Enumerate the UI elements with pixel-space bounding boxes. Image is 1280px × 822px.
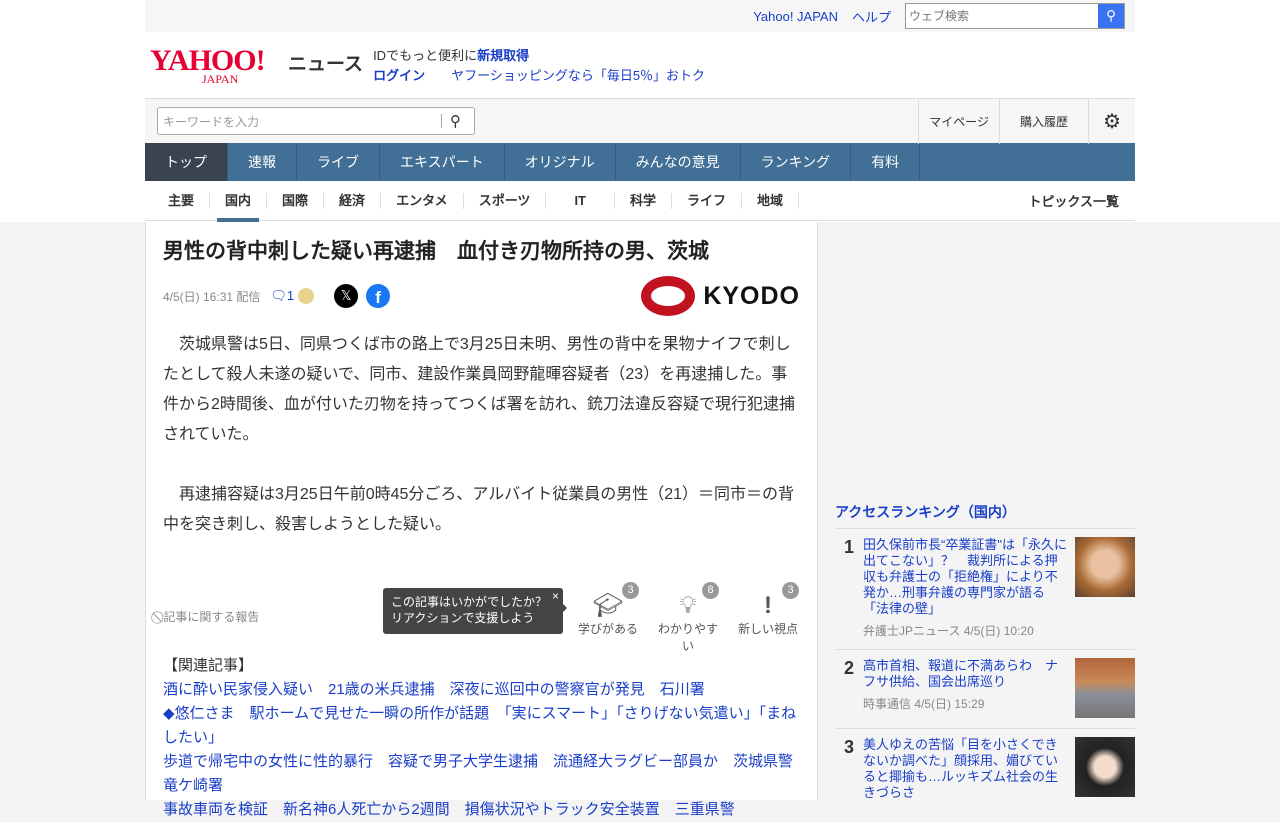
tab-main[interactable]: 主要 <box>153 192 211 209</box>
keyword-input[interactable]: キーワードを入力 <box>163 113 441 130</box>
rank-number: 2 <box>843 658 854 678</box>
login-link[interactable]: ログイン <box>373 68 425 83</box>
report-link[interactable]: ⃠ 記事に関する報告 <box>160 608 259 625</box>
thumbnail <box>1075 658 1135 718</box>
web-search: ⚲ <box>905 3 1125 29</box>
web-search-input[interactable] <box>906 4 1098 28</box>
reaction-tooltip: この記事はいかがでしたか？ リアクションで支援しよう × <box>383 588 567 634</box>
category-nav: 主要 国内 国際 経済 エンタメ スポーツ IT 科学 ライフ 地域 トピックス… <box>145 181 1135 222</box>
tab-sports[interactable]: スポーツ <box>464 192 547 209</box>
publisher-name: KYODO <box>703 281 800 310</box>
reaction-clear[interactable]: 💡︎ 8 わかりやすい <box>653 582 723 654</box>
yahoo-japan-link[interactable]: Yahoo! JAPAN <box>753 9 838 24</box>
news-logo[interactable]: ニュース <box>288 49 363 76</box>
article: 男性の背中刺した疑い再逮捕 血付き刃物所持の男、茨城 4/5(日) 16:31 … <box>145 222 818 818</box>
nav-breaking[interactable]: 速報 <box>228 143 297 181</box>
article-paragraph: 茨城県警は5日、同県つくば市の路上で3月25日未明、男性の背中を果物ナイフで刺し… <box>163 336 795 443</box>
reaction-label: 学びがある <box>577 622 638 636</box>
article-date: 4/5(日) 16:31 配信 <box>163 289 261 304</box>
yahoo-logo[interactable]: YAHOO! JAPAN <box>150 46 284 87</box>
tab-economy[interactable]: 経済 <box>324 192 382 209</box>
tab-international[interactable]: 国際 <box>267 192 325 209</box>
ranking-source: 時事通信 4/5(日) 15:29 <box>863 697 985 711</box>
smile-icon <box>298 288 315 304</box>
comment-icon: 🗨︎ <box>270 288 287 303</box>
facebook-share-icon[interactable]: f <box>366 284 391 308</box>
nav-original[interactable]: オリジナル <box>505 143 616 181</box>
search-icon[interactable]: ⚲ <box>450 112 474 130</box>
close-icon[interactable]: × <box>552 588 559 604</box>
nav-live[interactable]: ライブ <box>297 143 380 181</box>
nav-opinions[interactable]: みんなの意見 <box>616 143 741 181</box>
help-link[interactable]: ヘルプ <box>852 7 891 26</box>
tooltip-line: この記事はいかがでしたか？ <box>391 595 548 609</box>
tab-local[interactable]: 地域 <box>742 192 800 209</box>
tab-science[interactable]: 科学 <box>615 192 673 209</box>
purchase-history-link[interactable]: 購入履歴 <box>999 98 1088 144</box>
mypage-link[interactable]: マイページ <box>918 98 999 144</box>
shopping-link[interactable]: ヤフーショッピングなら「毎日5％」おトク <box>451 68 705 83</box>
reaction-new-view[interactable]: ! 3 新しい視点 <box>733 582 803 637</box>
comments-link[interactable]: 🗨︎1 <box>270 288 294 304</box>
ranking-title-link[interactable]: 田久保前市長“卒業証書"は「永久に出てこない」？ 裁判所による押収も弁護士の「拒… <box>863 537 1067 617</box>
article-paragraph: 再逮捕容疑は3月25日午前0時45分ごろ、アルバイト従業員の男性（21）＝同市＝… <box>163 486 795 533</box>
reaction-count: 3 <box>622 582 639 599</box>
ranking-sidebar: アクセスランキング（国内） 1 田久保前市長“卒業証書"は「永久に出てこない」？… <box>818 222 1135 811</box>
ranking-item[interactable]: 2 高市首相、報道に不満あらわ ナフサ供給、国会出席巡り時事通信 4/5(日) … <box>835 650 1135 729</box>
related-link[interactable]: 酒に酔い民家侵入疑い 21歳の米兵逮捕 深夜に巡回中の警察官が発見 石川署 <box>163 678 800 702</box>
nav-paid[interactable]: 有料 <box>851 143 921 181</box>
signup-link[interactable]: 新規取得 <box>477 48 529 63</box>
ranking-item[interactable]: 1 田久保前市長“卒業証書"は「永久に出てこない」？ 裁判所による押収も弁護士の… <box>835 529 1135 650</box>
nav-expert[interactable]: エキスパート <box>380 143 505 181</box>
ranking-item[interactable]: 3 美人ゆえの苦悩「目を小さくできないか調べた」顔採用、媚びていると揶揄も…ルッ… <box>835 729 1135 811</box>
keyword-search[interactable]: キーワードを入力 ⚲ <box>157 107 475 135</box>
comment-count: 1 <box>286 288 295 303</box>
web-search-button[interactable]: ⚲ <box>1098 4 1124 28</box>
promo-text: IDでもっと便利に <box>373 48 478 63</box>
tab-it[interactable]: IT <box>546 192 615 209</box>
reaction-label: 新しい視点 <box>737 622 798 636</box>
thumbnail <box>1075 737 1135 797</box>
search-icon: ⚲ <box>1106 8 1116 23</box>
report-label: 記事に関する報告 <box>163 610 260 624</box>
related-heading: 【関連記事】 <box>163 657 254 674</box>
topics-list-link[interactable]: トピックス一覧 <box>1028 191 1119 210</box>
nav-top[interactable]: トップ <box>145 143 228 181</box>
rank-number: 3 <box>843 737 854 757</box>
promo: IDでもっと便利に新規取得 ログイン ヤフーショッピングなら「毎日5％」おトク <box>373 46 705 86</box>
ranking-source: 弁護士JPニュース 4/5(日) 10:20 <box>863 624 1034 638</box>
publisher-logo[interactable]: KYODO <box>641 276 800 316</box>
ranking-title[interactable]: アクセスランキング（国内） <box>835 502 1135 529</box>
article-title: 男性の背中刺した疑い再逮捕 血付き刃物所持の男、茨城 <box>163 240 709 263</box>
nav-ranking[interactable]: ランキング <box>741 143 852 181</box>
gear-icon[interactable]: ⚙ <box>1088 98 1135 144</box>
tooltip-line: リアクションで支援しよう <box>391 611 535 625</box>
related-link[interactable]: ◆悠仁さま 駅ホームで見せた一瞬の所作が話題 「実にスマート」「さりげない気遣い… <box>163 702 800 750</box>
reaction-label: わかりやすい <box>657 622 718 653</box>
rank-number: 1 <box>843 537 854 557</box>
logo-japan: JAPAN <box>202 72 239 86</box>
related-link[interactable]: 事故車両を検証 新名神6人死亡から2週間 損傷状況やトラック安全装置 三重県警 <box>163 798 800 822</box>
reaction-count: 8 <box>702 582 719 599</box>
reaction-learn[interactable]: 🎓︎ 3 学びがある <box>573 582 643 637</box>
thumbnail <box>1075 537 1135 597</box>
tab-domestic[interactable]: 国内 <box>210 192 268 222</box>
reaction-count: 3 <box>782 582 799 599</box>
x-share-icon[interactable]: 𝕏 <box>334 284 359 308</box>
related-link[interactable]: 歩道で帰宅中の女性に性的暴行 容疑で男子大学生逮捕 流通経大ラグビー部員か 茨城… <box>163 750 800 798</box>
main-nav: トップ 速報 ライブ エキスパート オリジナル みんなの意見 ランキング 有料 <box>145 143 1135 181</box>
tab-entertainment[interactable]: エンタメ <box>381 192 464 209</box>
top-bar: Yahoo! JAPAN ヘルプ ⚲ <box>145 0 1135 32</box>
tab-life[interactable]: ライフ <box>672 192 743 209</box>
ranking-title-link[interactable]: 高市首相、報道に不満あらわ ナフサ供給、国会出席巡り <box>863 658 1067 690</box>
ranking-title-link[interactable]: 美人ゆえの苦悩「目を小さくできないか調べた」顔採用、媚びていると揶揄も…ルッキズ… <box>863 737 1067 801</box>
